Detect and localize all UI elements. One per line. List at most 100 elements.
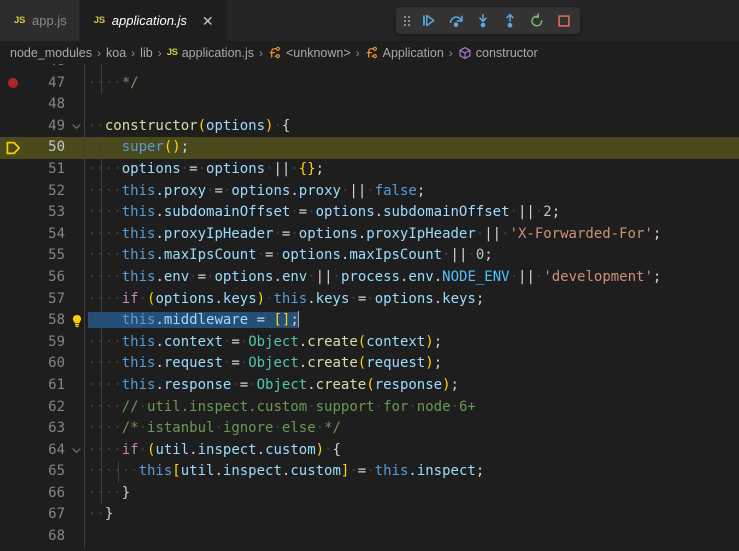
code-line-text: ····this.response·=·Object.create(respon… xyxy=(88,375,459,397)
fold-chevron-icon[interactable] xyxy=(68,440,84,462)
code-line-53[interactable]: 53 ····this.subdomainOffset·=·options.sub… xyxy=(0,202,739,224)
token-ws: · xyxy=(349,290,358,307)
token-ws: ·· xyxy=(88,117,105,134)
token-prop: util xyxy=(155,441,190,458)
token-ws: · xyxy=(307,268,316,285)
code-line-60[interactable]: 60 ····this.request·=·Object.create(reque… xyxy=(0,353,739,375)
gutter-cell[interactable] xyxy=(0,483,26,505)
gutter-cell[interactable] xyxy=(0,353,26,375)
code-line-46[interactable]: 46 ····* xyxy=(0,64,739,73)
fold-chevron-icon[interactable] xyxy=(68,116,84,138)
code-line-58[interactable]: 58 ····this.middleware·=·[]; xyxy=(0,310,739,332)
code-line-65[interactable]: 65 ······this[util.inspect.custom]·=·this… xyxy=(0,461,739,483)
gutter-cell[interactable] xyxy=(0,310,26,332)
gutter-cell[interactable] xyxy=(0,181,26,203)
code-line-54[interactable]: 54 ····this.proxyIpHeader·=·options.proxy… xyxy=(0,223,739,246)
token-ws: · xyxy=(366,290,375,307)
breadcrumb-item-node_modules[interactable]: node_modules xyxy=(10,46,92,60)
code-line-57[interactable]: 57 ····if·(options.keys)·this.keys·=·opti… xyxy=(0,288,739,311)
breakpoint-marker[interactable] xyxy=(0,73,26,95)
gutter-cell[interactable] xyxy=(0,94,26,116)
gutter-cell[interactable] xyxy=(0,267,26,289)
breadcrumb-item-unknown[interactable]: <unknown> xyxy=(268,46,351,60)
token-com: * xyxy=(122,64,130,69)
code-line-49[interactable]: 49 ··constructor(options)·{ xyxy=(0,115,739,138)
debug-continue-button[interactable] xyxy=(415,9,442,32)
code-line-67[interactable]: 67 ··} xyxy=(0,504,739,527)
code-line-47[interactable]: 47 ····*/ xyxy=(0,72,739,95)
gutter-cell[interactable] xyxy=(0,375,26,397)
gutter-cell[interactable] xyxy=(0,159,26,181)
code-editor[interactable]: 46····*47····*/4849··constructor(options… xyxy=(0,64,739,551)
breadcrumb-item-koa[interactable]: koa xyxy=(106,46,126,60)
gutter-cell[interactable] xyxy=(0,461,26,483)
tab-label: app.js xyxy=(32,13,67,28)
token-punc: . xyxy=(155,268,164,285)
code-line-50[interactable]: 50 ····super(); xyxy=(0,137,739,159)
token-type: Object xyxy=(248,333,299,350)
token-ws: · xyxy=(273,247,282,264)
line-number: 55 xyxy=(48,247,65,264)
breadcrumb-item-lib[interactable]: lib xyxy=(140,46,153,60)
gutter-cell[interactable] xyxy=(0,332,26,354)
line-number: 54 xyxy=(48,225,65,242)
gutter-cell[interactable] xyxy=(0,64,26,73)
token-punc: ; xyxy=(450,376,459,393)
breadcrumb-item-application-js[interactable]: JS application.js xyxy=(167,46,254,60)
gutter-cell[interactable] xyxy=(0,224,26,246)
token-ws: ···· xyxy=(88,268,122,285)
indent-guide xyxy=(84,331,85,354)
code-line-48[interactable]: 48 xyxy=(0,94,739,116)
debug-step-into-button[interactable] xyxy=(469,9,496,32)
token-this: this xyxy=(121,225,156,242)
close-icon[interactable]: ✕ xyxy=(202,14,214,28)
debug-restart-button[interactable] xyxy=(523,9,550,32)
gutter-cell[interactable] xyxy=(0,526,26,548)
token-prop: proxyIpHeader xyxy=(163,225,274,242)
gutter-cell[interactable] xyxy=(0,397,26,419)
token-prop: inspect xyxy=(416,463,476,480)
code-line-59[interactable]: 59 ····this.context·=·Object.create(conte… xyxy=(0,331,739,354)
indent-guide xyxy=(84,223,85,246)
code-line-68[interactable]: 68 xyxy=(0,526,739,548)
debug-stop-button[interactable] xyxy=(550,9,577,32)
code-line-63[interactable]: 63 ····/*·istanbul·ignore·else·*/ xyxy=(0,418,739,440)
token-op: = xyxy=(256,312,266,329)
code-line-56[interactable]: 56 ····this.env·=·options.env·||·process.… xyxy=(0,266,739,289)
code-line-55[interactable]: 55 ····this.maxIpsCount·=·options.maxIpsC… xyxy=(0,245,739,267)
tab-app-js[interactable]: JS app.js xyxy=(0,0,80,41)
code-line-61[interactable]: 61 ····this.response·=·Object.create(resp… xyxy=(0,374,739,397)
token-type: Object xyxy=(256,376,308,393)
token-punc: ; xyxy=(484,247,493,264)
breadcrumb-label: application.js xyxy=(181,45,254,60)
token-ws: · xyxy=(239,333,249,350)
debug-current-line-marker[interactable] xyxy=(0,137,26,159)
gutter-cell[interactable] xyxy=(0,440,26,462)
breadcrumb-item-application[interactable]: Application xyxy=(365,46,444,60)
code-line-51[interactable]: 51 ····options·=·options·||·{}; xyxy=(0,158,739,181)
drag-handle[interactable] xyxy=(399,9,415,32)
token-op: = xyxy=(197,268,207,285)
code-line-text: ····this.context·=·Object.create(context… xyxy=(88,332,442,354)
gutter-cell[interactable] xyxy=(0,418,26,440)
tab-application-js[interactable]: JS application.js ✕ xyxy=(79,0,227,41)
gutter-cell[interactable] xyxy=(0,504,26,526)
line-number: 63 xyxy=(48,420,65,437)
breadcrumb-item-constructor[interactable]: constructor xyxy=(458,46,538,60)
gutter-cell[interactable] xyxy=(0,116,26,138)
gutter-cell[interactable] xyxy=(0,245,26,267)
indent-guide xyxy=(84,353,85,375)
gutter-cell[interactable] xyxy=(0,289,26,311)
debug-step-over-button[interactable] xyxy=(442,9,469,32)
token-ws: · xyxy=(138,441,148,458)
token-prop: maxIpsCount xyxy=(349,247,443,264)
js-file-icon: JS xyxy=(14,15,26,26)
token-ws: ···· xyxy=(88,204,122,221)
gutter-cell[interactable] xyxy=(0,202,26,224)
debug-step-out-button[interactable] xyxy=(496,9,523,32)
code-line-62[interactable]: 62 ····//·util.inspect.custom·support·for… xyxy=(0,396,739,419)
code-line-64[interactable]: 64 ····if·(util.inspect.custom)·{ xyxy=(0,439,739,462)
code-line-text: ··} xyxy=(88,504,113,526)
code-line-66[interactable]: 66 ····} xyxy=(0,482,739,505)
code-line-52[interactable]: 52 ····this.proxy·=·options.proxy·||·fals… xyxy=(0,180,739,203)
